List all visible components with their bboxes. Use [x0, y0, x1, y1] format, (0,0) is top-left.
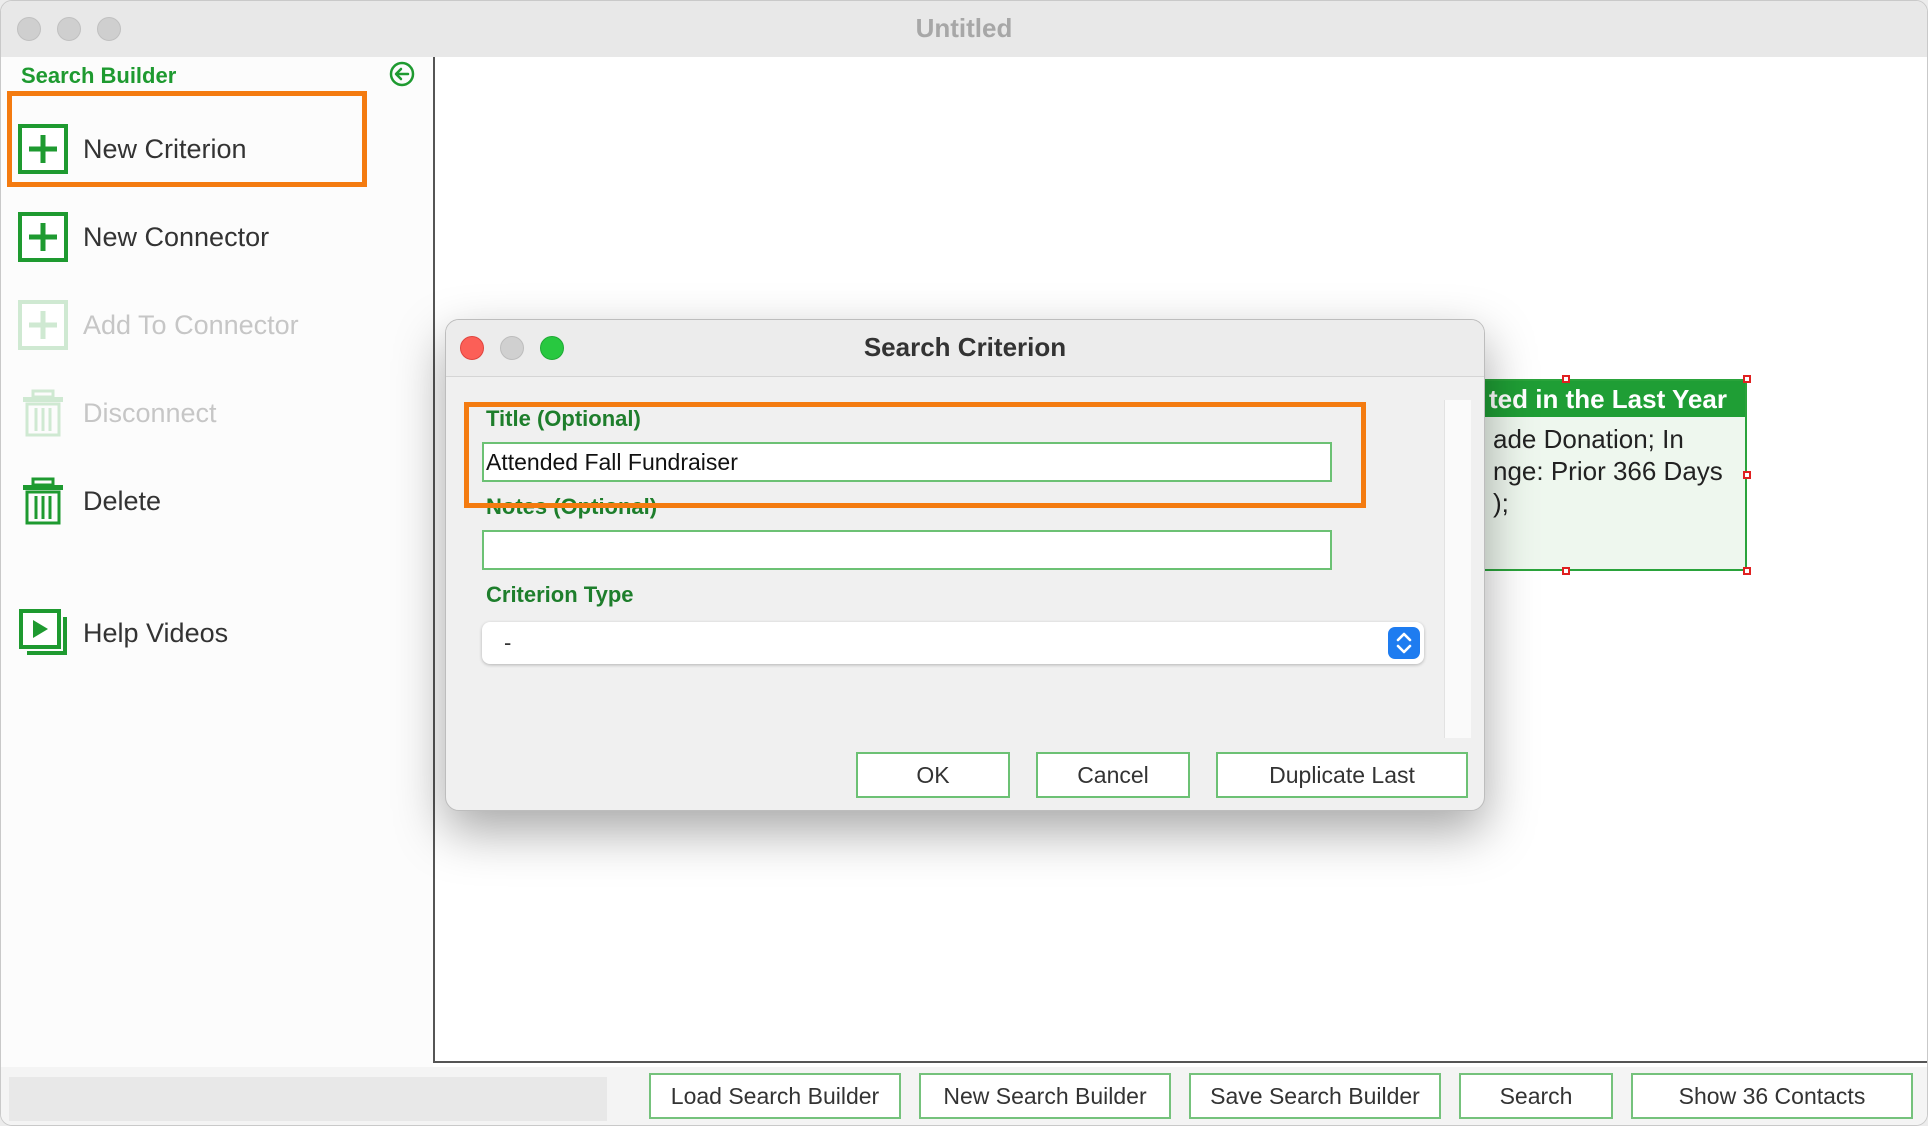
- new-connector-label: New Connector: [83, 221, 270, 252]
- trash-icon: [23, 389, 63, 437]
- search-criterion-dialog: Search Criterion Title (Optional) Notes …: [445, 319, 1485, 811]
- add-to-connector-label: Add To Connector: [83, 309, 299, 340]
- sidebar-title: Search Builder: [21, 63, 177, 88]
- ok-button[interactable]: OK: [856, 752, 1010, 798]
- criterion-node-title: ted in the Last Year: [1483, 381, 1745, 417]
- help-videos-label: Help Videos: [83, 617, 229, 648]
- notes-input[interactable]: [482, 530, 1332, 570]
- dialog-title: Search Criterion: [863, 332, 1067, 362]
- load-search-builder-button[interactable]: Load Search Builder: [649, 1073, 901, 1119]
- duplicate-last-button[interactable]: Duplicate Last: [1216, 752, 1468, 798]
- add-to-connector-button[interactable]: Add To Connector: [17, 295, 357, 355]
- criterion-type-select[interactable]: -: [482, 622, 1424, 664]
- delete-button[interactable]: Delete: [17, 471, 357, 531]
- bottom-toolbar: Load Search Builder New Search Builder S…: [1, 1067, 1927, 1125]
- resize-handle[interactable]: [1743, 567, 1751, 575]
- updown-chevron-icon: [1388, 627, 1420, 659]
- new-connector-button[interactable]: New Connector: [17, 207, 357, 267]
- criterion-node-description: ade Donation; In nge: Prior 366 Days );: [1493, 424, 1723, 518]
- window-titlebar: Untitled: [1, 1, 1927, 58]
- disconnect-label: Disconnect: [83, 397, 217, 428]
- resize-handle[interactable]: [1743, 375, 1751, 383]
- delete-label: Delete: [83, 485, 162, 516]
- search-button[interactable]: Search: [1459, 1073, 1613, 1119]
- dialog-titlebar: Search Criterion: [446, 320, 1484, 377]
- resize-handle[interactable]: [1743, 471, 1751, 479]
- new-search-builder-button[interactable]: New Search Builder: [919, 1073, 1171, 1119]
- status-field: [9, 1077, 607, 1121]
- cancel-button[interactable]: Cancel: [1036, 752, 1190, 798]
- plus-square-icon: [18, 300, 68, 350]
- app-window: Untitled Search Builder New Criterion Ne…: [0, 0, 1928, 1126]
- dialog-scrollbar[interactable]: [1444, 400, 1471, 738]
- show-contacts-button[interactable]: Show 36 Contacts: [1631, 1073, 1913, 1119]
- resize-handle[interactable]: [1562, 567, 1570, 575]
- criterion-node[interactable]: ted in the Last Year ade Donation; In ng…: [1481, 379, 1747, 571]
- disconnect-button[interactable]: Disconnect: [17, 383, 357, 443]
- trash-icon: [23, 477, 63, 525]
- save-search-builder-button[interactable]: Save Search Builder: [1189, 1073, 1441, 1119]
- criterion-type-value: -: [504, 630, 512, 655]
- help-videos-button[interactable]: Help Videos: [17, 603, 357, 663]
- highlight-title-field: [464, 402, 1366, 508]
- collapse-left-icon[interactable]: [389, 61, 415, 87]
- highlight-new-criterion: [7, 91, 367, 187]
- plus-square-icon: [18, 212, 68, 262]
- video-icon: [19, 609, 67, 655]
- criterion-type-label: Criterion Type: [486, 582, 634, 607]
- search-builder-sidebar: Search Builder New Criterion New Connect…: [1, 57, 433, 1067]
- window-title: Untitled: [915, 13, 1013, 43]
- resize-handle[interactable]: [1562, 375, 1570, 383]
